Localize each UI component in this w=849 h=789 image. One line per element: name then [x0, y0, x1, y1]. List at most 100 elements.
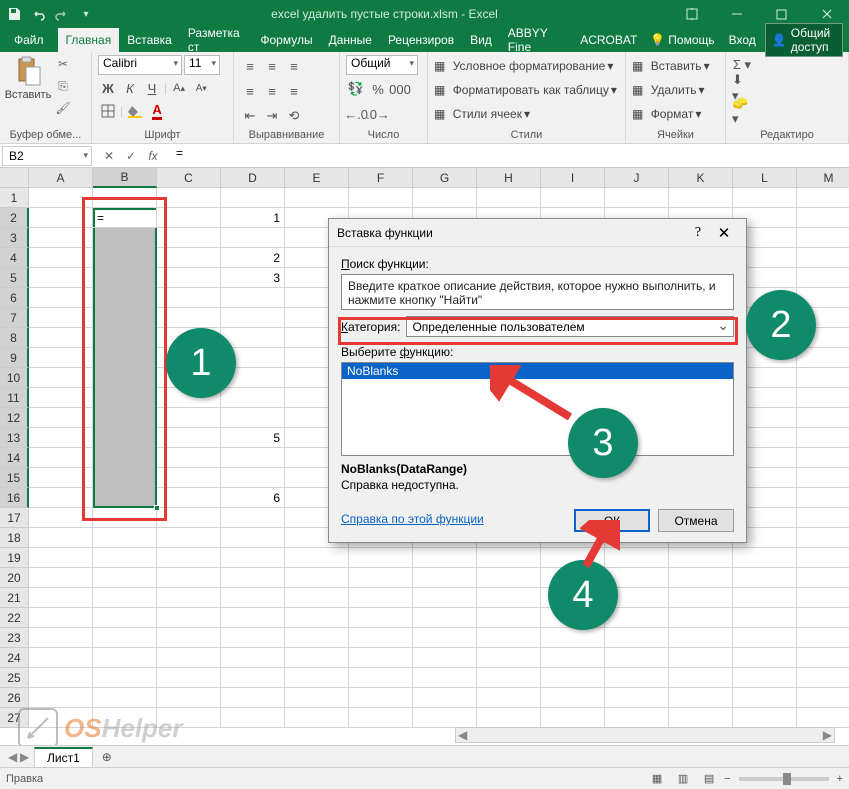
function-help-link[interactable]: Справка по этой функции	[341, 512, 484, 526]
row-header-13[interactable]: 13	[0, 428, 29, 448]
dialog-close-icon[interactable]: ✕	[710, 224, 738, 242]
qat-dropdown-icon[interactable]: ▾	[78, 6, 94, 22]
zoom-out-button[interactable]: −	[724, 773, 730, 785]
font-color-icon[interactable]: A	[147, 101, 167, 121]
paste-button[interactable]: Вставить	[6, 55, 50, 101]
page-layout-view-icon[interactable]: ▥	[672, 770, 694, 788]
row-header-21[interactable]: 21	[0, 588, 29, 608]
row-header-9[interactable]: 9	[0, 348, 29, 368]
orientation-icon[interactable]: ⟲	[284, 106, 304, 126]
col-header-A[interactable]: A	[29, 168, 93, 188]
login-button[interactable]: Вход	[724, 31, 761, 49]
tab-page-layout[interactable]: Разметка ст	[180, 28, 253, 52]
tab-abbyy[interactable]: ABBYY Fine	[500, 28, 572, 52]
zoom-slider[interactable]	[739, 777, 829, 781]
percent-icon[interactable]: %	[368, 79, 388, 99]
undo-icon[interactable]	[30, 6, 46, 22]
cell-d13[interactable]: 5	[221, 428, 285, 448]
add-sheet-icon[interactable]: ⊕	[97, 747, 117, 767]
row-header-17[interactable]: 17	[0, 508, 29, 528]
formula-input[interactable]: =	[170, 146, 849, 166]
save-icon[interactable]	[6, 6, 22, 22]
col-header-I[interactable]: I	[541, 168, 605, 188]
row-header-7[interactable]: 7	[0, 308, 29, 328]
cell-d5[interactable]: 3	[221, 268, 285, 288]
minimize-icon[interactable]	[714, 0, 759, 28]
sheet-nav-next-icon[interactable]: ▶	[20, 750, 29, 764]
insert-cells-button[interactable]: ▦ Вставить ▾	[632, 55, 710, 77]
currency-icon[interactable]: 💱	[346, 79, 366, 99]
cell-d4[interactable]: 2	[221, 248, 285, 268]
row-header-15[interactable]: 15	[0, 468, 29, 488]
row-header-23[interactable]: 23	[0, 628, 29, 648]
cancel-formula-icon[interactable]: ✕	[98, 146, 120, 166]
search-function-input[interactable]: Введите краткое описание действия, котор…	[341, 274, 734, 310]
row-header-6[interactable]: 6	[0, 288, 29, 308]
row-header-24[interactable]: 24	[0, 648, 29, 668]
tab-data[interactable]: Данные	[321, 28, 380, 52]
ribbon-options-icon[interactable]	[669, 0, 714, 28]
name-box[interactable]: B2	[2, 146, 92, 166]
cancel-button[interactable]: Отмена	[658, 509, 734, 532]
decrease-indent-icon[interactable]: ⇤	[240, 106, 260, 126]
row-header-1[interactable]: 1	[0, 188, 29, 208]
row-header-26[interactable]: 26	[0, 688, 29, 708]
cell-d16[interactable]: 6	[221, 488, 285, 508]
bold-button[interactable]: Ж	[98, 78, 118, 98]
insert-function-icon[interactable]: fx	[142, 146, 164, 166]
row-header-11[interactable]: 11	[0, 388, 29, 408]
row-header-3[interactable]: 3	[0, 228, 29, 248]
sheet-tab[interactable]: Лист1	[34, 747, 93, 767]
italic-button[interactable]: К	[120, 78, 140, 98]
align-right-icon[interactable]: ≡	[284, 81, 304, 101]
tab-review[interactable]: Рецензиров	[380, 28, 462, 52]
align-middle-icon[interactable]: ≡	[262, 56, 282, 76]
font-size-select[interactable]: 11	[184, 55, 220, 75]
underline-button[interactable]: Ч	[142, 78, 162, 98]
tab-insert[interactable]: Вставка	[119, 28, 180, 52]
col-header-M[interactable]: M	[797, 168, 849, 188]
col-header-G[interactable]: G	[413, 168, 477, 188]
sheet-nav-prev-icon[interactable]: ◀	[8, 750, 17, 764]
row-header-18[interactable]: 18	[0, 528, 29, 548]
align-bottom-icon[interactable]: ≡	[284, 56, 304, 76]
fill-color-icon[interactable]	[125, 101, 145, 121]
row-header-8[interactable]: 8	[0, 328, 29, 348]
col-header-B[interactable]: B	[93, 168, 157, 188]
row-header-4[interactable]: 4	[0, 248, 29, 268]
row-header-14[interactable]: 14	[0, 448, 29, 468]
format-painter-icon[interactable]: 🖌	[54, 99, 72, 117]
increase-decimal-icon[interactable]: ←.0	[346, 104, 366, 124]
increase-indent-icon[interactable]: ⇥	[262, 106, 282, 126]
dialog-help-icon[interactable]: ?	[686, 225, 710, 241]
col-header-D[interactable]: D	[221, 168, 285, 188]
clear-icon[interactable]: 🧽 ▾	[732, 101, 752, 121]
row-header-10[interactable]: 10	[0, 368, 29, 388]
row-header-16[interactable]: 16	[0, 488, 29, 508]
row-header-20[interactable]: 20	[0, 568, 29, 588]
col-header-C[interactable]: C	[157, 168, 221, 188]
row-header-19[interactable]: 19	[0, 548, 29, 568]
tab-view[interactable]: Вид	[462, 28, 500, 52]
col-header-E[interactable]: E	[285, 168, 349, 188]
col-header-H[interactable]: H	[477, 168, 541, 188]
tab-home[interactable]: Главная	[58, 28, 120, 52]
delete-cells-button[interactable]: ▦ Удалить ▾	[632, 79, 705, 101]
normal-view-icon[interactable]: ▦	[646, 770, 668, 788]
row-header-5[interactable]: 5	[0, 268, 29, 288]
horizontal-scrollbar[interactable]: ◀▶	[455, 727, 835, 743]
col-header-K[interactable]: K	[669, 168, 733, 188]
increase-font-icon[interactable]: A▴	[169, 78, 189, 98]
align-top-icon[interactable]: ≡	[240, 56, 260, 76]
align-left-icon[interactable]: ≡	[240, 81, 260, 101]
tab-formulas[interactable]: Формулы	[252, 28, 320, 52]
row-header-25[interactable]: 25	[0, 668, 29, 688]
page-break-view-icon[interactable]: ▤	[698, 770, 720, 788]
borders-icon[interactable]	[98, 101, 118, 121]
enter-formula-icon[interactable]: ✓	[120, 146, 142, 166]
copy-icon[interactable]: ⎘	[54, 77, 72, 95]
select-all-corner[interactable]	[0, 168, 29, 188]
decrease-decimal-icon[interactable]: .0→	[368, 104, 388, 124]
align-center-icon[interactable]: ≡	[262, 81, 282, 101]
col-header-J[interactable]: J	[605, 168, 669, 188]
